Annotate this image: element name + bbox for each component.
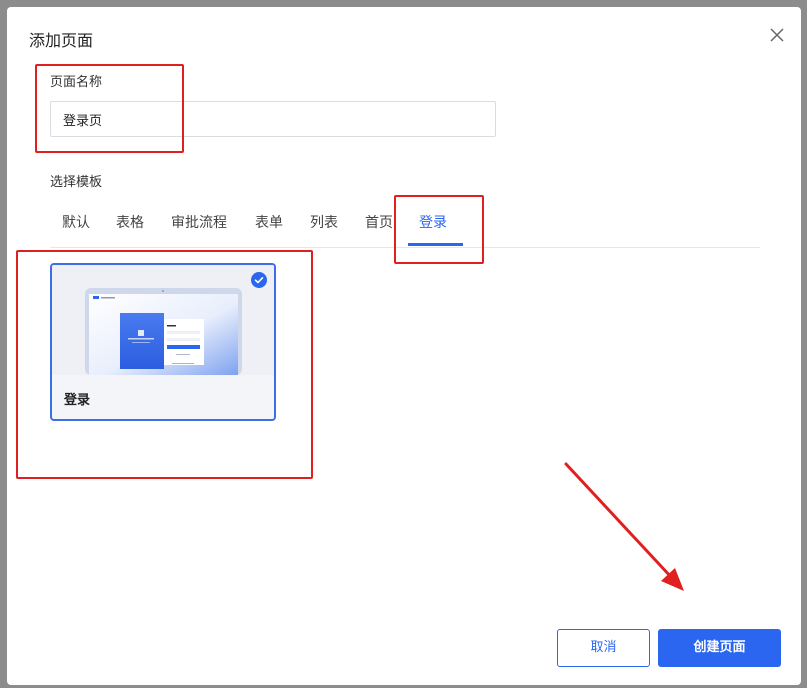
annotation-arrow — [564, 462, 684, 591]
